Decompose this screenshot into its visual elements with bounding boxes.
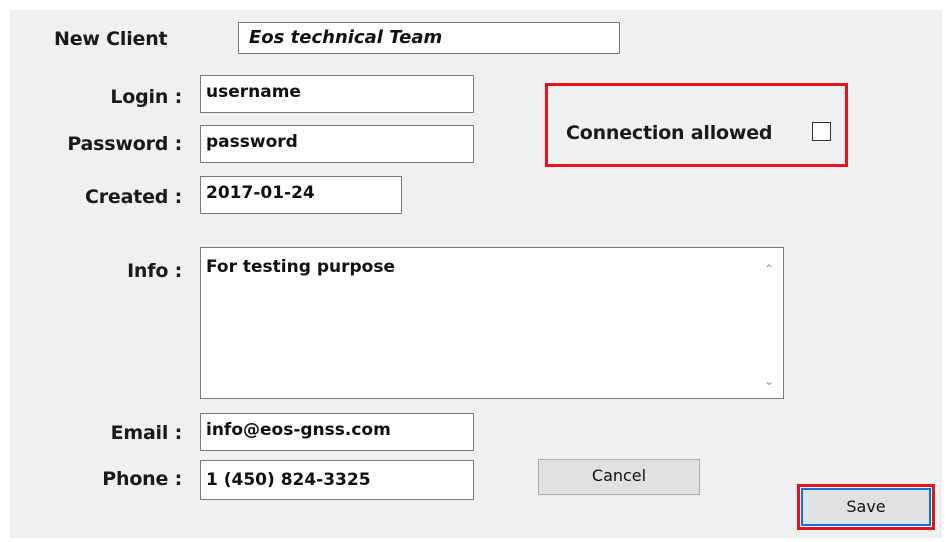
login-label: Login : [110, 86, 182, 108]
connection-allowed-checkbox[interactable] [812, 122, 831, 141]
password-label: Password : [67, 133, 182, 155]
info-label: Info : [127, 260, 182, 282]
save-button[interactable]: Save [801, 488, 931, 526]
connection-allowed-label: Connection allowed [566, 122, 773, 144]
email-field[interactable]: info@eos-gnss.com [200, 413, 474, 451]
created-label: Created : [84, 186, 182, 208]
client-form-panel: New Client Eos technical Team Login : us… [10, 10, 942, 538]
chevron-up-icon[interactable]: ⌃ [756, 259, 782, 279]
chevron-down-icon[interactable]: ⌄ [756, 371, 782, 391]
client-name-field[interactable]: Eos technical Team [238, 22, 620, 54]
email-label: Email : [110, 422, 183, 444]
login-field[interactable]: username [200, 75, 474, 113]
created-field[interactable]: 2017-01-24 [200, 176, 402, 214]
password-field[interactable]: password [200, 125, 474, 163]
phone-field[interactable]: 1 (450) 824-3325 [200, 460, 474, 500]
new-client-label: New Client [54, 28, 168, 50]
phone-label: Phone : [102, 468, 182, 490]
info-textarea[interactable]: For testing purpose ⌃ ⌄ [200, 247, 784, 399]
info-scrollbar[interactable]: ⌃ ⌄ [756, 249, 782, 397]
info-text: For testing purpose [206, 257, 395, 277]
cancel-button[interactable]: Cancel [538, 459, 700, 495]
